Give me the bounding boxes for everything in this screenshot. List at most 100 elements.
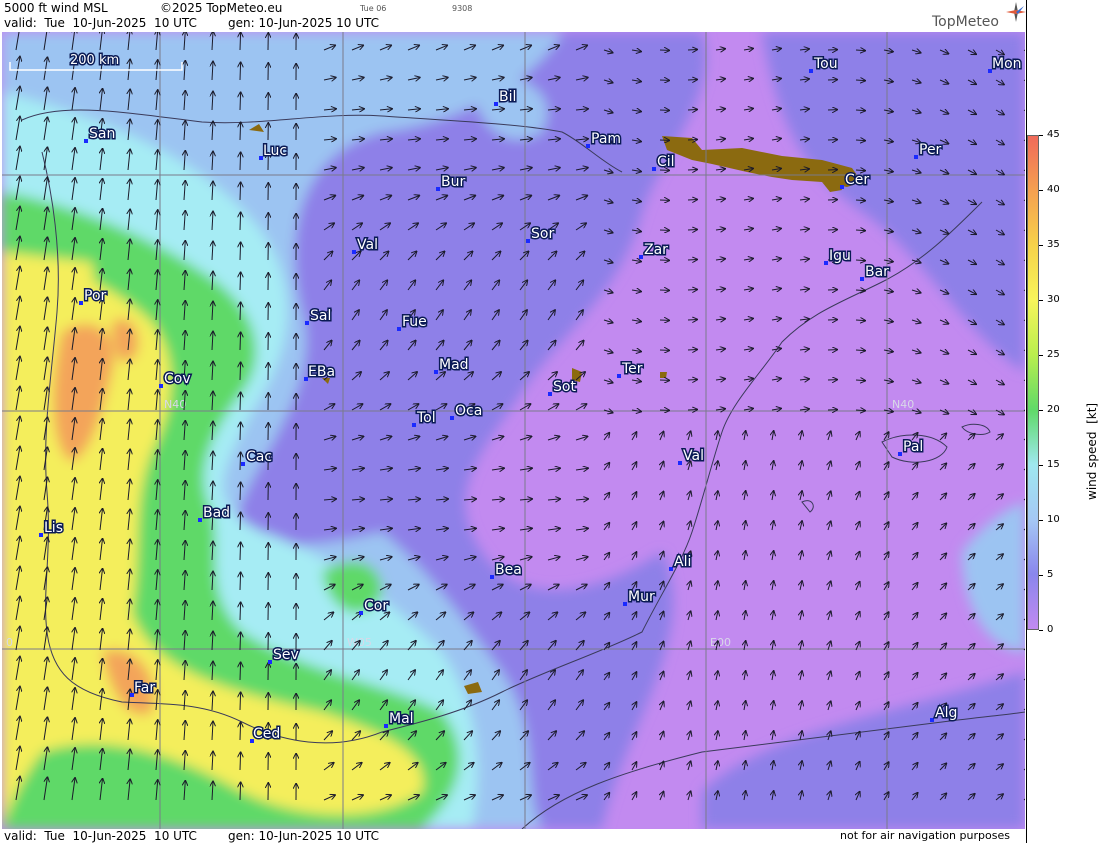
legend-tick-mark: [1039, 355, 1043, 356]
legend-tick-mark: [1039, 465, 1043, 466]
city-label-oca: Oca: [455, 403, 482, 419]
wind-arrow: [687, 110, 697, 111]
wind-map[interactable]: N40 N40 W05 E00 0 200 km Bil Tou Mon San…: [2, 32, 1025, 829]
city-label-per: Per: [919, 142, 942, 158]
wind-arrow: [687, 140, 697, 141]
wind-arrow: [855, 140, 865, 141]
wind-arrow: [240, 662, 241, 681]
wind-arrow: [855, 200, 865, 201]
city-marker: [840, 185, 844, 189]
city-label-bur: Bur: [441, 174, 465, 190]
wind-arrow: [240, 632, 241, 651]
city-marker: [548, 392, 552, 396]
grid-label-e00: E00: [710, 636, 731, 649]
legend-tick-label: 0: [1047, 624, 1054, 635]
wind-arrow: [687, 80, 697, 81]
wind-arrow: [855, 320, 865, 321]
legend-tick-mark: [1039, 300, 1043, 301]
wind-arrow: [240, 302, 241, 321]
terrain-spot: [660, 372, 667, 378]
city-marker: [412, 423, 416, 427]
wind-arrow: [855, 350, 865, 351]
city-marker: [436, 187, 440, 191]
city-marker: [586, 144, 590, 148]
city-label-bad: Bad: [203, 505, 230, 521]
legend-tick-label: 15: [1047, 459, 1060, 470]
day-short: Tue 06: [360, 4, 387, 13]
wind-arrow: [240, 122, 241, 141]
compass-logo-icon: [1006, 2, 1026, 22]
wind-map-canvas[interactable]: N40 N40 W05 E00 0 200 km Bil Tou Mon San…: [2, 32, 1025, 829]
legend-tick-label: 40: [1047, 184, 1060, 195]
city-marker: [352, 250, 356, 254]
city-label-alg: Alg: [935, 705, 957, 721]
city-marker: [526, 239, 530, 243]
city-label-cor: Cor: [364, 598, 388, 614]
city-marker: [824, 261, 828, 265]
wind-arrow: [855, 110, 865, 111]
city-marker: [898, 452, 902, 456]
city-marker: [652, 167, 656, 171]
valid-time: valid: Tue 10-Jun-2025 10 UTC: [4, 16, 197, 30]
disclaimer: not for air navigation purposes: [840, 829, 1010, 842]
city-marker: [639, 255, 643, 259]
city-label-pal: Pal: [903, 439, 923, 455]
city-label-ali: Ali: [674, 554, 691, 570]
city-marker: [305, 321, 309, 325]
wind-arrow: [855, 290, 865, 291]
wind-arrow: [687, 50, 697, 51]
city-label-bar: Bar: [865, 264, 889, 280]
city-label-sal: Sal: [310, 308, 331, 324]
wind-arrow: [240, 92, 241, 111]
wind-arrow: [687, 410, 697, 411]
city-label-ced: Ced: [253, 726, 280, 742]
city-label-mad: Mad: [439, 357, 469, 373]
wind-arrow: [240, 332, 241, 351]
run-code: 9308: [452, 4, 473, 13]
legend-tick-label: 30: [1047, 294, 1060, 305]
grid-label-w10: 0: [6, 636, 13, 649]
city-marker: [39, 533, 43, 537]
city-marker: [79, 301, 83, 305]
city-label-tou: Tou: [813, 56, 838, 72]
legend-tick-label: 10: [1047, 514, 1060, 525]
wind-arrow: [687, 350, 697, 351]
legend-title: wind speed [kt]: [1085, 402, 1099, 500]
wind-arrow: [240, 722, 241, 741]
wind-arrow: [240, 32, 241, 51]
wind-arrow: [240, 182, 241, 201]
wind-arrow: [855, 410, 865, 411]
footer: valid: Tue 10-Jun-2025 10 UTC gen: 10-Ju…: [0, 829, 1025, 843]
city-marker: [617, 374, 621, 378]
city-marker: [623, 602, 627, 606]
wind-arrow: [687, 170, 697, 171]
city-marker: [914, 155, 918, 159]
footer-valid-time: valid: Tue 10-Jun-2025 10 UTC: [4, 829, 197, 843]
wind-arrow: [687, 200, 697, 201]
grid-label-n40-west: N40: [164, 398, 186, 411]
scale-bar-label: 200 km: [70, 53, 119, 68]
brand-logo-text: TopMeteo: [932, 14, 999, 30]
city-label-luc: Luc: [263, 143, 287, 159]
wind-arrow: [855, 260, 865, 261]
product-title: 5000 ft wind MSL: [4, 1, 108, 15]
legend-tick-mark: [1039, 135, 1043, 136]
legend-tick-label: 25: [1047, 349, 1060, 360]
city-label-cer: Cer: [845, 172, 869, 188]
city-marker: [384, 724, 388, 728]
wind-arrow: [240, 572, 241, 591]
city-marker: [198, 518, 202, 522]
legend-tick-mark: [1039, 520, 1043, 521]
city-marker: [84, 139, 88, 143]
city-label-mur: Mur: [628, 589, 655, 605]
city-label-sot: Sot: [553, 379, 576, 395]
wind-arrow: [855, 170, 865, 171]
wind-arrow: [240, 452, 241, 471]
city-label-lis: Lis: [44, 520, 63, 536]
wind-arrow: [855, 80, 865, 81]
city-label-bil: Bil: [499, 89, 516, 105]
wind-arrow: [687, 380, 697, 381]
city-label-bea: Bea: [495, 562, 522, 578]
wind-arrow: [855, 380, 865, 381]
city-label-far: Far: [134, 680, 155, 696]
